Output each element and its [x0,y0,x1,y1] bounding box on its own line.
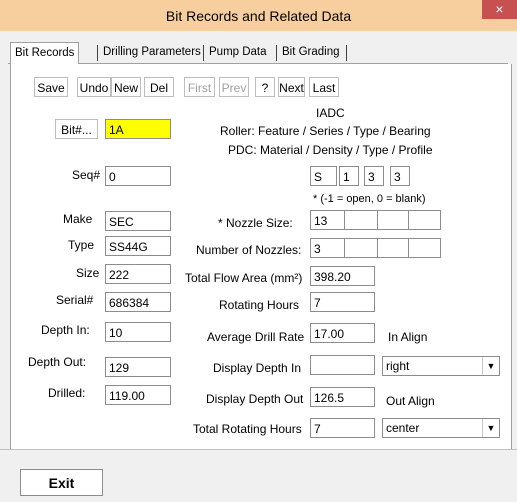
nozzle-size-3[interactable] [377,210,410,230]
total-rotating-hours-field[interactable]: 7 [310,418,375,438]
depth-in-field[interactable]: 10 [105,322,171,342]
display-depth-out-label: Display Depth Out [206,392,304,406]
iadc-code-2[interactable]: 1 [339,166,359,186]
iadc-code-4[interactable]: 3 [390,166,410,186]
avg-drill-rate-field[interactable]: 17.00 [310,323,375,343]
tab-bit-grading[interactable]: Bit Grading [278,42,344,63]
nozzle-size-2[interactable] [344,210,379,230]
display-depth-in-field[interactable] [310,355,375,375]
iadc-pdc-label: PDC: Material / Density / Type / Profile [228,143,433,157]
exit-button[interactable]: Exit [20,469,103,496]
nozzle-note: * (-1 = open, 0 = blank) [313,193,426,205]
bit-number-field[interactable]: 1A [105,119,171,139]
iadc-title: IADC [316,106,345,120]
tab-drilling-parameters[interactable]: Drilling Parameters [99,42,205,63]
tab-separator [346,45,347,61]
new-button[interactable]: New [111,77,141,97]
display-depth-out-field[interactable]: 126.5 [310,387,375,407]
nozzle-count-3[interactable] [377,238,410,258]
tab-pump-data[interactable]: Pump Data [205,42,271,63]
tab-bit-records[interactable]: Bit Records [10,42,80,65]
last-button[interactable]: Last [309,77,339,97]
make-field[interactable]: SEC [105,211,171,231]
nozzle-count-label: Number of Nozzles: [196,243,302,257]
tab-separator [97,45,98,61]
in-align-value: right [386,359,410,373]
tab-separator [203,45,204,61]
close-button[interactable]: × [482,0,517,19]
help-button[interactable]: ? [255,77,275,97]
total-flow-area-field[interactable]: 398.20 [310,266,375,286]
dropdown-arrow-icon[interactable]: ▼ [482,419,499,437]
bit-number-button[interactable]: Bit#... [55,119,98,139]
out-align-label: Out Align [386,394,435,408]
iadc-code-3[interactable]: 3 [364,166,384,186]
seq-label: Seq# [72,168,101,182]
rotating-hours-field[interactable]: 7 [310,292,375,312]
nozzle-size-label: * Nozzle Size: [218,216,293,230]
serial-label: Serial# [56,293,94,307]
total-flow-area-label: Total Flow Area (mm²) [185,271,303,285]
dropdown-arrow-icon[interactable]: ▼ [482,357,499,375]
nozzle-size-1[interactable]: 13 [310,210,345,230]
size-field[interactable]: 222 [105,264,171,284]
iadc-roller-label: Roller: Feature / Series / Type / Bearin… [220,124,431,138]
in-align-select[interactable]: right ▼ [382,356,500,376]
rotating-hours-label: Rotating Hours [219,298,300,312]
drilled-field[interactable]: 119.00 [105,385,171,405]
nozzle-count-4[interactable] [408,238,441,258]
make-label: Make [63,212,93,226]
seq-field[interactable]: 0 [105,166,171,186]
nozzle-size-4[interactable] [408,210,441,230]
type-field[interactable]: SS44G [105,236,171,256]
depth-out-label: Depth Out: [28,355,87,369]
total-rotating-hours-label: Total Rotating Hours [193,422,302,436]
serial-field[interactable]: 686384 [105,292,171,312]
out-align-select[interactable]: center ▼ [382,418,500,438]
size-label: Size [76,266,100,280]
drilled-label: Drilled: [48,386,86,400]
nozzle-count-1[interactable]: 3 [310,238,345,258]
first-button[interactable]: First [184,77,215,97]
depth-in-label: Depth In: [41,323,90,337]
iadc-code-1[interactable]: S [310,166,337,186]
delete-button[interactable]: Del [144,77,174,97]
display-depth-in-label: Display Depth In [213,361,302,375]
in-align-label: In Align [388,330,428,344]
tab-separator [276,45,277,61]
save-button[interactable]: Save [34,77,68,97]
avg-drill-rate-label: Average Drill Rate [207,330,305,344]
out-align-value: center [386,421,420,435]
type-label: Type [68,238,95,252]
prev-button[interactable]: Prev [219,77,249,97]
undo-button[interactable]: Undo [77,77,111,97]
next-button[interactable]: Next [278,77,305,97]
depth-out-field[interactable]: 129 [105,357,171,377]
window-title: Bit Records and Related Data [165,8,352,24]
nozzle-count-2[interactable] [344,238,379,258]
